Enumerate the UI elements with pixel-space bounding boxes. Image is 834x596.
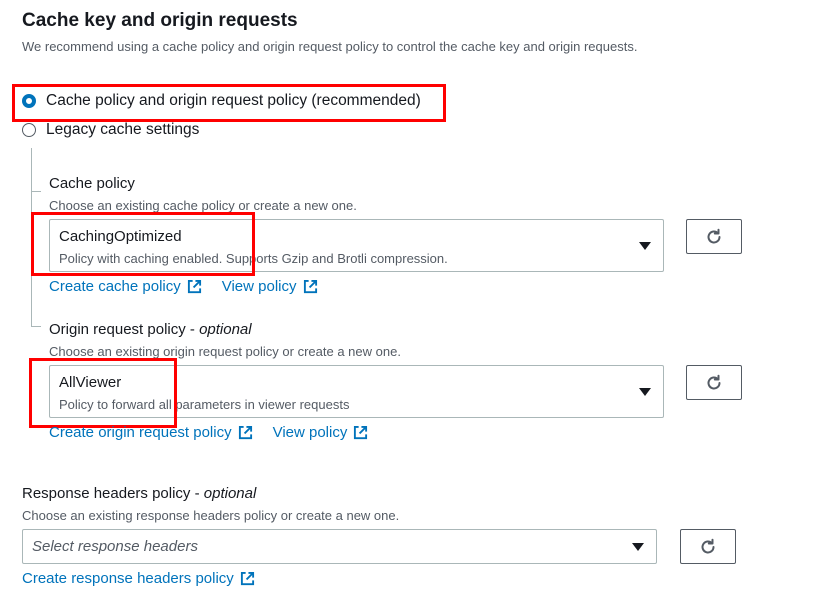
radio-label-legacy: Legacy cache settings [46, 121, 200, 138]
tree-line-branch-cache [31, 191, 41, 192]
view-origin-request-policy-link[interactable]: View policy [273, 424, 369, 441]
create-cache-policy-link[interactable]: Create cache policy [49, 278, 202, 295]
refresh-icon [707, 228, 721, 243]
origin-request-policy-refresh-button[interactable] [686, 365, 742, 400]
optional-tag: optional [203, 485, 257, 502]
external-link-icon [238, 425, 252, 440]
caret-down-icon [639, 242, 651, 250]
tree-line-branch-origin [31, 326, 41, 327]
view-cache-policy-label: View policy [221, 278, 297, 295]
refresh-icon [701, 538, 715, 553]
highlight-box-cache-policy [31, 212, 255, 276]
origin-request-policy-label: Origin request policy - optional [49, 321, 252, 338]
cache-policy-links: Create cache policy View policy [49, 278, 318, 295]
external-link-icon [187, 279, 201, 294]
create-origin-request-policy-label: Create origin request policy [49, 424, 232, 441]
response-headers-policy-label-text: Response headers policy - [22, 485, 204, 502]
create-response-headers-policy-label: Create response headers policy [22, 570, 234, 587]
refresh-icon [707, 374, 721, 389]
external-link-icon [240, 571, 254, 586]
view-origin-request-policy-label: View policy [272, 424, 348, 441]
origin-request-policy-label-text: Origin request policy - [49, 321, 200, 338]
optional-tag: optional [199, 321, 252, 338]
radio-option-legacy[interactable]: Legacy cache settings [22, 121, 199, 139]
response-headers-policy-description: Choose an existing response headers poli… [22, 508, 400, 523]
response-headers-refresh-button[interactable] [680, 529, 736, 564]
radio-button-unchecked[interactable] [22, 123, 36, 137]
origin-request-policy-links: Create origin request policy View policy [49, 424, 368, 441]
section-description: We recommend using a cache policy and or… [22, 39, 638, 54]
create-response-headers-policy-link[interactable]: Create response headers policy [22, 570, 255, 587]
cache-policy-description: Choose an existing cache policy or creat… [49, 198, 357, 213]
external-link-icon [303, 279, 317, 294]
external-link-icon [354, 425, 368, 440]
cache-policy-refresh-button[interactable] [686, 219, 742, 254]
view-cache-policy-link[interactable]: View policy [222, 278, 318, 295]
create-origin-request-policy-link[interactable]: Create origin request policy [49, 424, 253, 441]
section-title: Cache key and origin requests [22, 10, 298, 31]
cache-policy-label: Cache policy [49, 175, 135, 192]
response-headers-policy-select[interactable]: Select response headers [22, 529, 657, 564]
caret-down-icon [639, 388, 651, 396]
create-cache-policy-label: Create cache policy [49, 278, 181, 295]
origin-request-policy-description: Choose an existing origin request policy… [49, 344, 401, 359]
response-headers-policy-label: Response headers policy - optional [22, 485, 256, 502]
highlight-box-origin-policy [29, 358, 177, 428]
response-headers-placeholder: Select response headers [32, 538, 198, 555]
highlight-box-recommended [12, 84, 446, 122]
caret-down-icon [632, 543, 644, 551]
response-headers-links: Create response headers policy [22, 570, 255, 588]
